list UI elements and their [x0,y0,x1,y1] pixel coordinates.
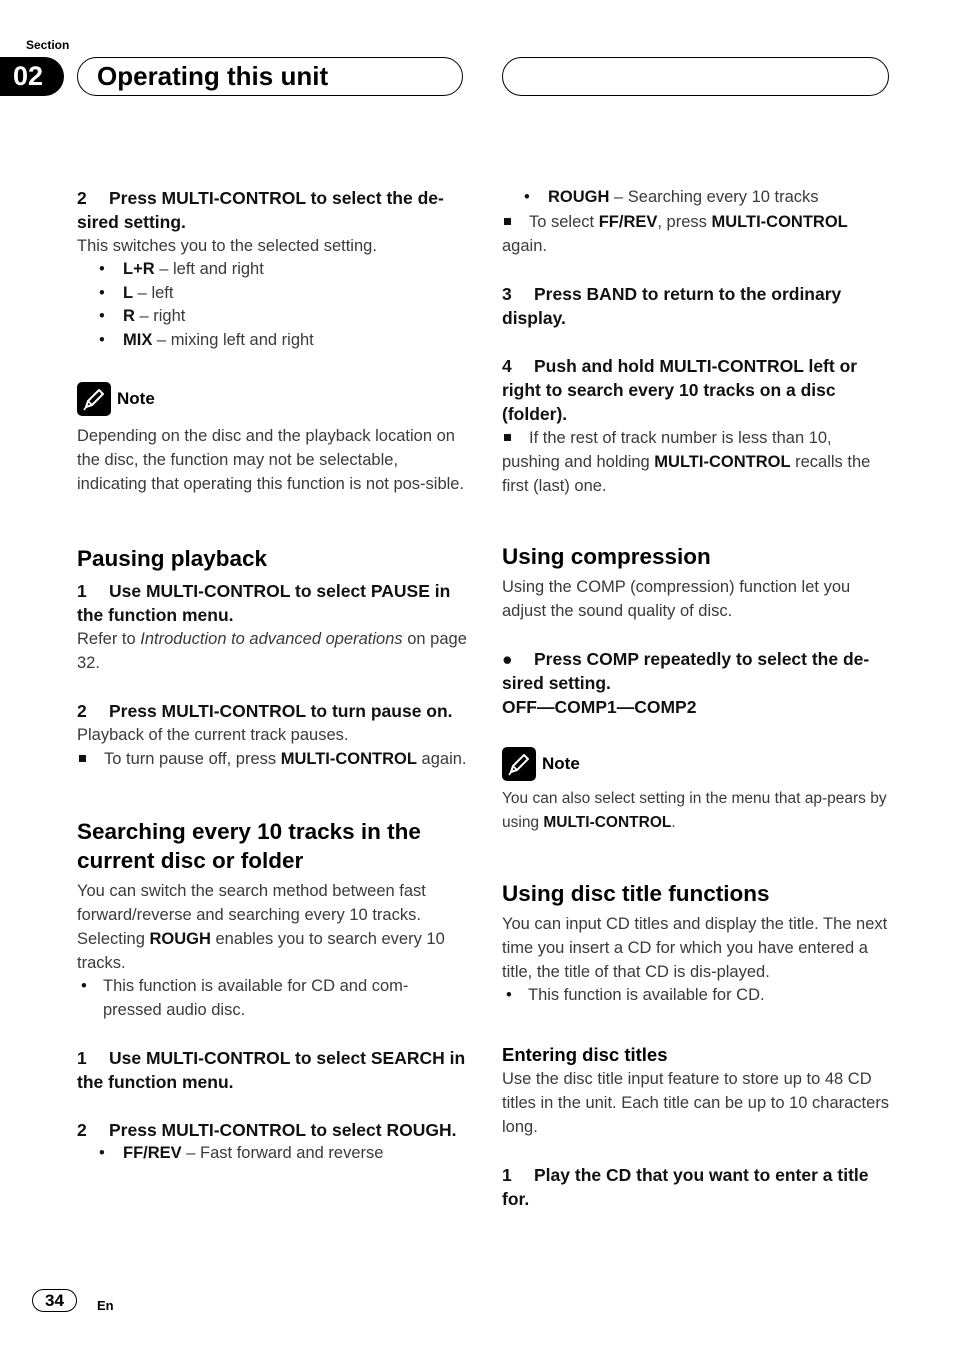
searching-intro: You can switch the search method between… [77,882,445,972]
step-search-2: 2 Press MULTI-CONTROL to select ROUGH. [77,1120,457,1140]
list-item: L – left [77,282,467,306]
step-pause-1: 1 Use MULTI-CONTROL to select PAUSE in th… [77,581,451,625]
pencil-note-icon [502,746,536,781]
section-heading-pausing: Pausing playback [77,546,268,571]
square-bullet-icon [504,217,511,225]
list-item: L+R – left and right [77,258,467,282]
compression-note-text: You can also select setting in the menu … [502,789,887,831]
section-heading-disc-title: Using disc title functions [502,880,770,906]
list-item: This function is available for CD. [502,984,892,1008]
entering-titles-intro: Use the disc title input feature to stor… [502,1070,890,1136]
section-heading-compression: Using compression [502,543,711,569]
search-tip-2: If the rest of track number is less than… [502,428,871,495]
page-title: Operating this unit [97,61,329,91]
compression-step: ● Press COMP repeatedly to select the de-… [502,648,870,693]
disc-title-bullets: This function is available for CD. [502,984,892,1008]
step-select-setting: 2 Press MULTI-CONTROL to select the de-si… [77,188,444,232]
step-search-1: 1 Use MULTI-CONTROL to select SEARCH in t… [77,1048,466,1092]
list-item: ROUGH – Searching every 10 tracks [502,186,892,210]
cross-reference-link: Introduction to advanced operations [140,630,403,648]
step-pause-1-desc: Refer to Introduction to advanced operat… [77,630,467,672]
subheading-entering-titles: Entering disc titles [502,1044,668,1065]
compression-intro: Using the COMP (compression) function le… [502,577,851,620]
section-label: Section [26,38,70,52]
square-bullet-icon [79,755,86,763]
step-search-4: 4 Push and hold MULTI-CONTROL left or rig… [502,355,858,424]
list-item: This function is available for CD and co… [77,975,467,1022]
search-options-cont: ROUGH – Searching every 10 tracks [502,186,892,210]
language-code: En [97,1298,114,1313]
searching-bullets: This function is available for CD and co… [77,975,467,1022]
ffrev-tip: To select FF/REV, press MULTI-CONTROL ag… [502,212,848,255]
compression-sequence: OFF—COMP1—COMP2 [502,696,697,717]
note-label: Note [117,389,155,408]
left-column: 2 Press MULTI-CONTROL to select the de-si… [77,186,467,1166]
pencil-note-icon [77,382,111,416]
list-item: FF/REV – Fast forward and reverse [77,1142,467,1166]
right-column: ROUGH – Searching every 10 tracks To sel… [502,186,892,1211]
header-empty-box [502,57,889,96]
note-text: Depending on the disc and the playback l… [77,427,465,493]
step-search-3: 3 Press BAND to return to the ordinary di… [502,283,842,328]
page-title-box: Operating this unit [77,57,463,96]
step-description: This switches you to the selected settin… [77,237,377,255]
note-header: Note [77,382,467,416]
step-enter-title-1: 1 Play the CD that you want to enter a ti… [502,1165,869,1209]
round-bullet-icon: ● [502,648,513,669]
step-pause-2-desc: Playback of the current track pauses. [77,726,349,744]
list-item: R – right [77,305,467,329]
section-heading-searching: Searching every 10 tracks in the current… [77,819,421,873]
option-list: L+R – left and right L – left R – right … [77,258,467,352]
step-pause-2: 2 Press MULTI-CONTROL to turn pause on. [77,701,453,721]
page-number: 34 [32,1289,77,1312]
note-label: Note [542,753,580,773]
square-bullet-icon [504,433,511,441]
note-header: Note [502,746,892,781]
search-options: FF/REV – Fast forward and reverse [77,1142,467,1166]
section-number-badge: 02 [0,57,64,96]
list-item: MIX – mixing left and right [77,329,467,353]
pause-tip: To turn pause off, press MULTI-CONTROL a… [77,747,467,771]
disc-title-intro: You can input CD titles and display the … [502,914,888,981]
